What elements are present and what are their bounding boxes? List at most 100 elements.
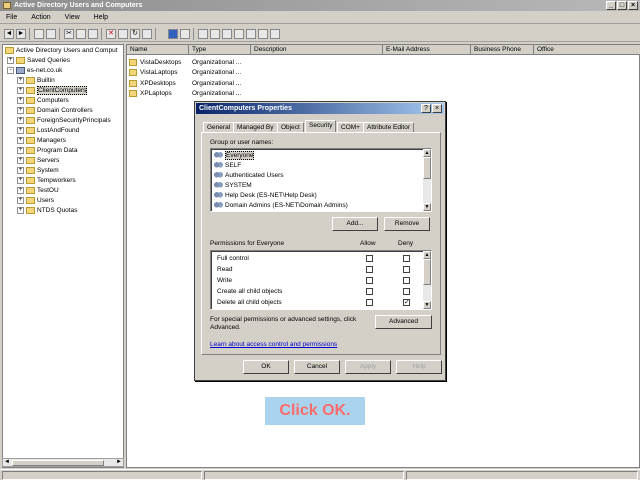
scroll-down-icon[interactable]: ▼ [423, 203, 431, 211]
tree-item-servers[interactable]: + Servers [17, 156, 59, 166]
list-item[interactable]: XPDesktops Organizational ... [129, 79, 241, 89]
scroll-left-icon[interactable]: ◄ [3, 459, 11, 466]
refresh-icon[interactable]: ↻ [130, 29, 140, 39]
tree-item-tempworkers[interactable]: + Tempworkers [17, 176, 76, 186]
tree-item-foreign-security-principals[interactable]: + ForeignSecurityPrincipals [17, 116, 111, 126]
deny-checkbox[interactable] [403, 277, 410, 284]
user-item-everyone[interactable]: Everyone [214, 151, 255, 161]
menu-file[interactable]: File [6, 12, 17, 24]
tree-item-users[interactable]: + Users [17, 196, 54, 206]
menu-view[interactable]: View [65, 12, 80, 24]
expand-icon[interactable]: + [17, 156, 24, 164]
paste-icon[interactable] [88, 29, 98, 39]
add-button[interactable]: Add... [332, 217, 378, 231]
find-icon[interactable] [246, 29, 256, 39]
tree-item-domain[interactable]: - es-net.co.uk [7, 66, 62, 76]
filter-icon[interactable] [234, 29, 244, 39]
column-header-office[interactable]: Office [534, 45, 640, 55]
allow-checkbox[interactable] [366, 255, 373, 262]
tree-item-builtin[interactable]: + Builtin [17, 76, 55, 86]
delete-icon[interactable]: ✕ [106, 29, 116, 39]
dialog-close-button[interactable]: × [432, 104, 442, 113]
app-title-bar[interactable]: Active Directory Users and Computers _ □… [0, 0, 640, 11]
deny-checkbox[interactable] [403, 266, 410, 273]
tree-item-lostandfound[interactable]: + LostAndFound [17, 126, 79, 136]
tree-item-system[interactable]: + System [17, 166, 59, 176]
allow-checkbox[interactable] [366, 288, 373, 295]
deny-checkbox[interactable] [403, 288, 410, 295]
scroll-up-icon[interactable]: ▲ [423, 149, 431, 157]
collapse-icon[interactable]: - [7, 66, 14, 74]
expand-icon[interactable]: + [17, 76, 24, 84]
tree-item-program-data[interactable]: + Program Data [17, 146, 77, 156]
console-icon[interactable] [180, 29, 190, 39]
export-list-icon[interactable] [142, 29, 152, 39]
user-item-help-desk[interactable]: Help Desk (ES-NET\Help Desk) [214, 191, 317, 201]
permissions-scrollbar[interactable]: ▲ ▼ [423, 251, 431, 309]
maximize-button[interactable]: □ [617, 1, 627, 10]
user-item-self[interactable]: SELF [214, 161, 241, 171]
close-window-button[interactable]: × [628, 1, 638, 10]
add-to-group-icon[interactable] [258, 29, 268, 39]
tree-item-computers[interactable]: + Computers [17, 96, 69, 106]
copy-icon[interactable] [76, 29, 86, 39]
dialog-help-button[interactable]: ? [421, 104, 431, 113]
column-header-type[interactable]: Type [189, 45, 251, 55]
tree-item-testou[interactable]: + TestOU [17, 186, 59, 196]
user-names-listbox[interactable]: Everyone SELF Authenticated Users SYSTEM… [210, 148, 432, 212]
tree-item-clientcomputers[interactable]: + ClientComputers [17, 86, 88, 96]
expand-icon[interactable]: + [17, 196, 24, 204]
list-item[interactable]: VistaLaptops Organizational ... [129, 68, 241, 78]
tab-general[interactable]: General [203, 122, 235, 132]
expand-icon[interactable]: + [17, 186, 24, 194]
tree-item-managers[interactable]: + Managers [17, 136, 66, 146]
allow-checkbox[interactable] [366, 299, 373, 306]
minimize-button[interactable]: _ [606, 1, 616, 10]
new-ou-icon[interactable] [222, 29, 232, 39]
tree-root[interactable]: Active Directory Users and Comput [5, 46, 118, 56]
deny-checkbox[interactable] [403, 255, 410, 262]
column-header-email[interactable]: E-Mail Address [383, 45, 471, 55]
permissions-list[interactable]: Full control Read Write Create all child… [210, 250, 432, 310]
user-item-authenticated-users[interactable]: Authenticated Users [214, 171, 284, 181]
list-item[interactable]: VistaDesktops Organizational ... [129, 58, 241, 68]
scroll-up-icon[interactable]: ▲ [423, 251, 431, 259]
expand-icon[interactable]: + [17, 116, 24, 124]
expand-icon[interactable]: + [17, 106, 24, 114]
tree-item-saved-queries[interactable]: + Saved Queries [7, 56, 70, 66]
ok-button[interactable]: OK [243, 360, 289, 374]
menu-action[interactable]: Action [31, 12, 50, 24]
expand-icon[interactable]: + [17, 96, 24, 104]
scroll-down-icon[interactable]: ▼ [423, 301, 431, 309]
cut-icon[interactable]: ✂ [64, 29, 74, 39]
tree-item-domain-controllers[interactable]: + Domain Controllers [17, 106, 93, 116]
deny-checkbox-checked[interactable]: ✓ [403, 299, 410, 306]
tree-item-ntds-quotas[interactable]: + NTDS Quotas [17, 206, 77, 216]
expand-icon[interactable]: + [7, 56, 14, 64]
menu-help[interactable]: Help [94, 12, 108, 24]
forward-icon[interactable]: ► [16, 29, 26, 39]
allow-checkbox[interactable] [366, 266, 373, 273]
expand-icon[interactable]: + [17, 206, 24, 214]
dialog-title-bar[interactable]: ClientComputers Properties ? × [196, 103, 444, 114]
user-list-scrollbar[interactable]: ▲ ▼ [423, 149, 431, 211]
column-header-name[interactable]: Name [127, 45, 189, 55]
expand-icon[interactable]: + [17, 166, 24, 174]
column-header-business-phone[interactable]: Business Phone [471, 45, 534, 55]
policy-icon[interactable] [270, 29, 280, 39]
help-icon[interactable] [168, 29, 178, 39]
properties-icon[interactable] [118, 29, 128, 39]
console-tree[interactable]: Active Directory Users and Comput + Saved… [2, 44, 124, 468]
list-item[interactable]: XPLaptops Organizational ... [129, 89, 241, 99]
tab-object[interactable]: Object [277, 122, 304, 132]
help-button[interactable]: Help [396, 360, 442, 374]
cancel-button[interactable]: Cancel [294, 360, 340, 374]
scroll-thumb[interactable] [12, 460, 104, 466]
tree-horizontal-scrollbar[interactable]: ◄ ► [2, 458, 124, 467]
remove-button[interactable]: Remove [384, 217, 430, 231]
user-item-domain-admins[interactable]: Domain Admins (ES-NET\Domain Admins) [214, 201, 348, 211]
tab-attribute-editor[interactable]: Attribute Editor [363, 122, 414, 132]
back-icon[interactable]: ◄ [4, 29, 14, 39]
scroll-thumb[interactable] [423, 259, 431, 285]
up-folder-icon[interactable] [34, 29, 44, 39]
